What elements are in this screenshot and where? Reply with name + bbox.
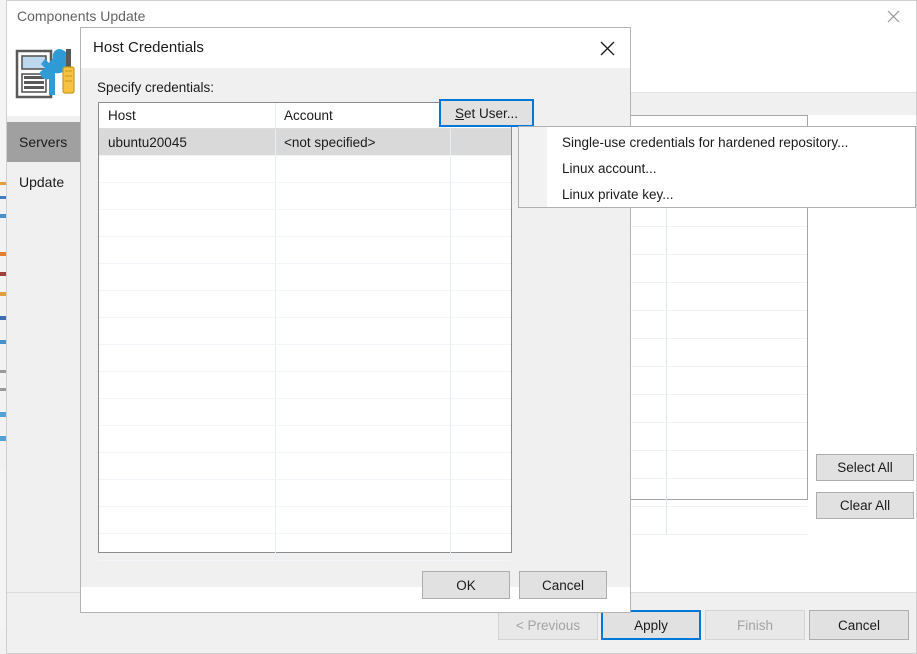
cancel-label: Cancel <box>541 577 585 593</box>
table-row[interactable] <box>99 345 511 372</box>
table-row[interactable] <box>99 453 511 480</box>
cell-account <box>276 183 451 209</box>
credentials-table[interactable]: Host Account ubuntu20045 <not specified> <box>98 102 512 561</box>
select-all-button[interactable]: Select All <box>816 454 914 481</box>
clear-all-button[interactable]: Clear All <box>816 492 914 519</box>
cell-host <box>99 372 276 398</box>
clear-all-label: Clear All <box>839 498 891 513</box>
cell-host <box>99 210 276 236</box>
previous-button[interactable]: < Previous <box>498 610 598 640</box>
cell-host <box>99 507 276 533</box>
cell-account <box>276 345 451 371</box>
cell-account <box>276 291 451 317</box>
cell-host <box>99 534 276 560</box>
ok-button[interactable]: OK <box>422 571 510 599</box>
finish-button[interactable]: Finish <box>705 610 805 640</box>
menu-item-label: Single-use credentials for hardened repo… <box>562 134 849 150</box>
cell-account <box>276 156 451 182</box>
ok-label: OK <box>456 577 476 593</box>
table-row[interactable] <box>99 507 511 534</box>
table-row[interactable] <box>99 237 511 264</box>
wizard-step-rail: Servers Update <box>7 32 87 592</box>
sidebar-item-label: Update <box>19 174 65 190</box>
cancel-button[interactable]: Cancel <box>809 610 909 640</box>
table-row[interactable] <box>99 426 511 453</box>
cell-host <box>99 345 276 371</box>
window-title: Components Update <box>17 8 146 24</box>
table-row[interactable] <box>99 291 511 318</box>
cell-account <box>276 453 451 479</box>
table-row[interactable] <box>99 372 511 399</box>
close-icon[interactable] <box>584 28 630 68</box>
close-icon[interactable] <box>870 1 916 32</box>
cell-account <box>276 237 451 263</box>
set-user-label: Set User... <box>454 105 519 121</box>
dialog-titlebar: Host Credentials <box>81 28 630 68</box>
menu-item-label: Linux private key... <box>562 186 674 202</box>
cell-host <box>99 480 276 506</box>
cell-account <box>276 534 451 560</box>
menu-item[interactable]: Single-use credentials for hardened repo… <box>519 129 915 155</box>
sidebar-item-servers[interactable]: Servers <box>7 122 87 162</box>
table-row[interactable] <box>99 156 511 183</box>
sidebar-item-update[interactable]: Update <box>7 162 87 202</box>
table-body: ubuntu20045 <not specified> <box>99 129 511 561</box>
cell-host <box>99 156 276 182</box>
cell-account <box>276 372 451 398</box>
table-row[interactable] <box>99 480 511 507</box>
table-row[interactable] <box>99 264 511 291</box>
dialog-title: Host Credentials <box>93 39 204 56</box>
cell-account <box>276 210 451 236</box>
host-credentials-dialog: Host Credentials Specify credentials: Ho… <box>80 27 631 613</box>
menu-item[interactable]: Linux private key... <box>519 181 915 207</box>
set-user-button[interactable]: Set User... <box>439 99 534 127</box>
cancel-label: Cancel <box>837 617 881 633</box>
select-all-label: Select All <box>837 460 893 475</box>
apply-button[interactable]: Apply <box>601 610 701 640</box>
cell-host <box>99 399 276 425</box>
column-header-host: Host <box>108 108 136 123</box>
cell-host <box>99 426 276 452</box>
previous-label: < Previous <box>515 617 581 633</box>
set-user-dropdown-menu: Single-use credentials for hardened repo… <box>518 126 916 208</box>
specify-credentials-label: Specify credentials: <box>97 80 215 95</box>
table-row[interactable] <box>99 399 511 426</box>
cell-account <box>276 264 451 290</box>
cell-account <box>276 399 451 425</box>
server-tools-icon <box>7 32 87 116</box>
cell-account: <not specified> <box>276 129 451 155</box>
table-row[interactable] <box>99 318 511 345</box>
apply-label: Apply <box>634 617 668 633</box>
cell-account <box>276 318 451 344</box>
table-row[interactable] <box>99 183 511 210</box>
cell-host: ubuntu20045 <box>99 129 276 155</box>
finish-label: Finish <box>736 617 773 633</box>
menu-items: Single-use credentials for hardened repo… <box>519 127 915 207</box>
table-row[interactable]: ubuntu20045 <not specified> <box>99 129 511 156</box>
cell-host <box>99 264 276 290</box>
table-row[interactable] <box>99 534 511 561</box>
cancel-button[interactable]: Cancel <box>519 571 607 599</box>
sidebar-item-label: Servers <box>19 134 68 150</box>
cell-account <box>276 480 451 506</box>
column-header-account: Account <box>284 108 333 123</box>
cell-host <box>99 318 276 344</box>
menu-item-label: Linux account... <box>562 160 657 176</box>
cell-host <box>99 183 276 209</box>
cell-account <box>276 426 451 452</box>
cell-host <box>99 453 276 479</box>
cell-account <box>276 507 451 533</box>
menu-item[interactable]: Linux account... <box>519 155 915 181</box>
cell-host <box>99 237 276 263</box>
cell-host <box>99 291 276 317</box>
table-row[interactable] <box>99 210 511 237</box>
